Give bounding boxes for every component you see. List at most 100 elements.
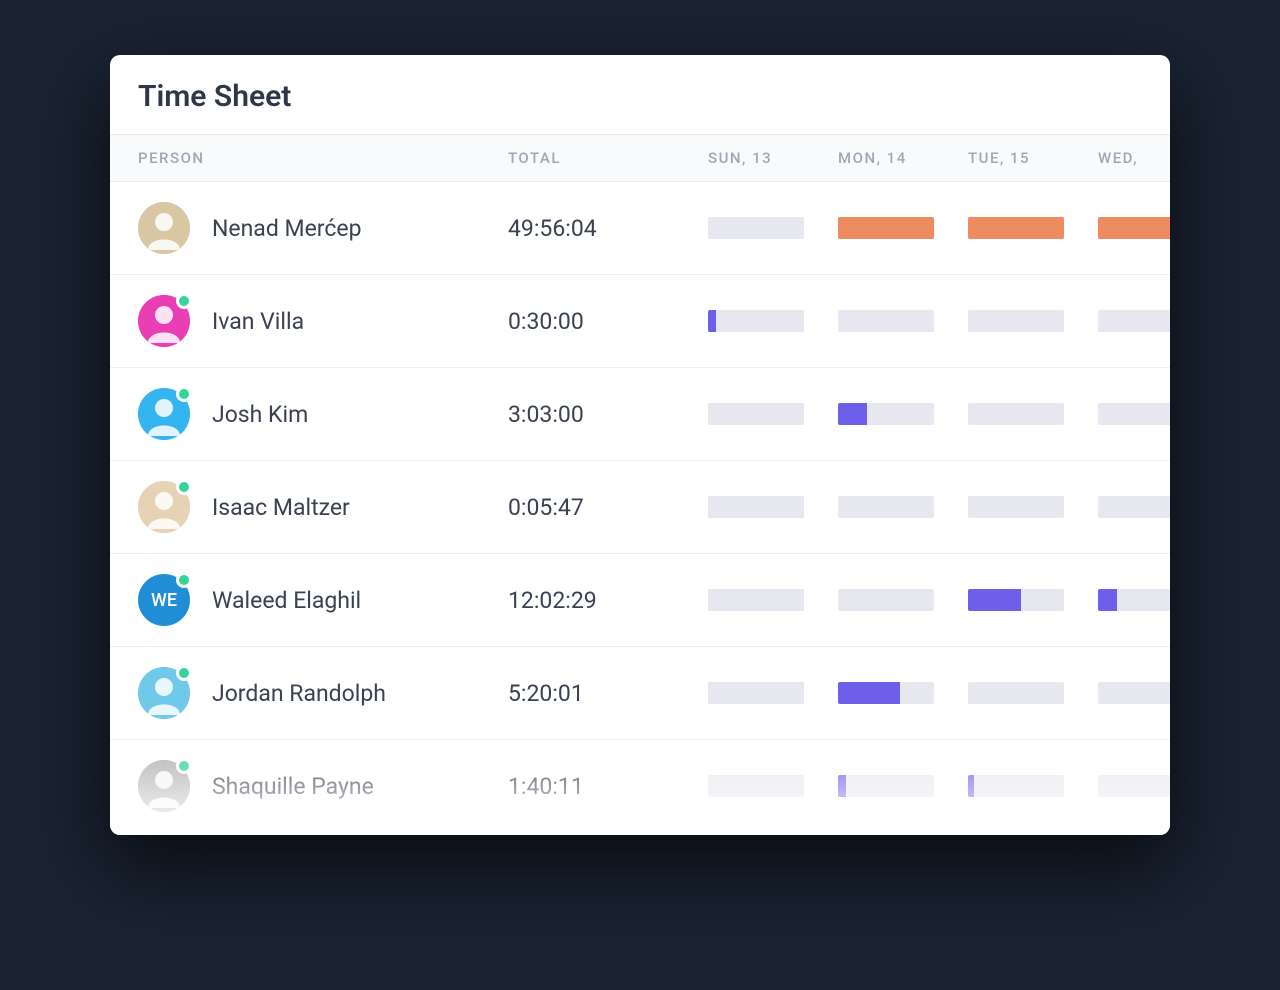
day-cell[interactable]: [838, 682, 968, 704]
time-bar: [968, 496, 1064, 518]
person-icon: [138, 202, 190, 254]
table-row[interactable]: WE Waleed Elaghil 12:02:29: [110, 554, 1170, 647]
time-bar: [838, 217, 934, 239]
time-bar-fill: [838, 682, 900, 704]
day-cell[interactable]: [1098, 682, 1170, 704]
day-cell[interactable]: [838, 589, 968, 611]
day-cell[interactable]: [708, 589, 838, 611]
person-cell[interactable]: Shaquille Payne: [138, 760, 508, 812]
table-body: Nenad Merćep49:56:04 Ivan Villa 0:30:00 J…: [110, 182, 1170, 832]
person-name: Waleed Elaghil: [212, 587, 361, 614]
page-title: Time Sheet: [110, 55, 1170, 134]
day-cell[interactable]: [1098, 589, 1170, 611]
time-bar: [1098, 775, 1170, 797]
time-bar-fill: [968, 589, 1021, 611]
time-bar-fill: [968, 775, 974, 797]
day-cell[interactable]: [968, 496, 1098, 518]
person-cell[interactable]: Isaac Maltzer: [138, 481, 508, 533]
person-name: Jordan Randolph: [212, 680, 386, 707]
day-cell[interactable]: [1098, 403, 1170, 425]
total-time: 0:30:00: [508, 308, 708, 335]
person-cell[interactable]: WE Waleed Elaghil: [138, 574, 508, 626]
day-cell[interactable]: [708, 310, 838, 332]
time-bar: [708, 217, 804, 239]
total-time: 12:02:29: [508, 587, 708, 614]
total-time: 5:20:01: [508, 680, 708, 707]
day-cell[interactable]: [1098, 775, 1170, 797]
avatar[interactable]: [138, 760, 190, 812]
day-cell[interactable]: [708, 775, 838, 797]
person-name: Ivan Villa: [212, 308, 304, 335]
col-header-total[interactable]: TOTAL: [508, 149, 708, 167]
avatar[interactable]: [138, 481, 190, 533]
total-time: 0:05:47: [508, 494, 708, 521]
person-cell[interactable]: Josh Kim: [138, 388, 508, 440]
time-bar-fill: [968, 217, 1064, 239]
day-cell[interactable]: [968, 310, 1098, 332]
day-cell[interactable]: [1098, 217, 1170, 239]
time-bar: [838, 682, 934, 704]
day-cell[interactable]: [708, 217, 838, 239]
day-cell[interactable]: [968, 589, 1098, 611]
person-name: Isaac Maltzer: [212, 494, 350, 521]
table-row[interactable]: Jordan Randolph 5:20:01: [110, 647, 1170, 740]
presence-indicator: [176, 479, 192, 495]
col-header-day-1[interactable]: MON, 14: [838, 149, 968, 167]
table-row[interactable]: Isaac Maltzer 0:05:47: [110, 461, 1170, 554]
day-cell[interactable]: [968, 682, 1098, 704]
day-cell[interactable]: [708, 682, 838, 704]
time-bar: [708, 682, 804, 704]
time-bar: [838, 775, 934, 797]
total-time: 1:40:11: [508, 773, 708, 800]
day-cell[interactable]: [1098, 496, 1170, 518]
col-header-day-0[interactable]: SUN, 13: [708, 149, 838, 167]
day-cell[interactable]: [838, 775, 968, 797]
presence-indicator: [176, 386, 192, 402]
day-cell[interactable]: [838, 217, 968, 239]
avatar[interactable]: [138, 667, 190, 719]
time-bar: [708, 775, 804, 797]
avatar[interactable]: [138, 202, 190, 254]
avatar[interactable]: WE: [138, 574, 190, 626]
timesheet-card: Time Sheet PERSON TOTAL SUN, 13 MON, 14 …: [110, 55, 1170, 835]
presence-indicator: [176, 293, 192, 309]
time-bar: [708, 310, 804, 332]
time-bar-fill: [838, 403, 867, 425]
person-name: Shaquille Payne: [212, 773, 374, 800]
person-cell[interactable]: Jordan Randolph: [138, 667, 508, 719]
day-cell[interactable]: [838, 403, 968, 425]
day-cell[interactable]: [968, 403, 1098, 425]
time-bar: [838, 310, 934, 332]
time-bar: [1098, 217, 1170, 239]
avatar[interactable]: [138, 388, 190, 440]
time-bar: [968, 403, 1064, 425]
time-bar-fill: [708, 310, 716, 332]
table-row[interactable]: Josh Kim3:03:00: [110, 368, 1170, 461]
time-bar: [838, 496, 934, 518]
presence-indicator: [176, 665, 192, 681]
time-bar: [968, 310, 1064, 332]
col-header-day-2[interactable]: TUE, 15: [968, 149, 1098, 167]
table-row[interactable]: Shaquille Payne 1:40:11: [110, 740, 1170, 832]
person-name: Josh Kim: [212, 401, 308, 428]
col-header-person[interactable]: PERSON: [138, 149, 508, 167]
time-bar: [1098, 403, 1170, 425]
day-cell[interactable]: [838, 496, 968, 518]
person-cell[interactable]: Ivan Villa: [138, 295, 508, 347]
day-cell[interactable]: [968, 217, 1098, 239]
day-cell[interactable]: [708, 496, 838, 518]
table-row[interactable]: Nenad Merćep49:56:04: [110, 182, 1170, 275]
day-cell[interactable]: [1098, 310, 1170, 332]
time-bar-fill: [1098, 217, 1170, 239]
day-cell[interactable]: [968, 775, 1098, 797]
day-cell[interactable]: [838, 310, 968, 332]
time-bar: [708, 496, 804, 518]
person-cell[interactable]: Nenad Merćep: [138, 202, 508, 254]
avatar[interactable]: [138, 295, 190, 347]
table-row[interactable]: Ivan Villa 0:30:00: [110, 275, 1170, 368]
avatar-photo: [138, 202, 190, 254]
time-bar: [968, 589, 1064, 611]
time-bar: [838, 403, 934, 425]
col-header-day-3[interactable]: WED,: [1098, 149, 1170, 167]
day-cell[interactable]: [708, 403, 838, 425]
